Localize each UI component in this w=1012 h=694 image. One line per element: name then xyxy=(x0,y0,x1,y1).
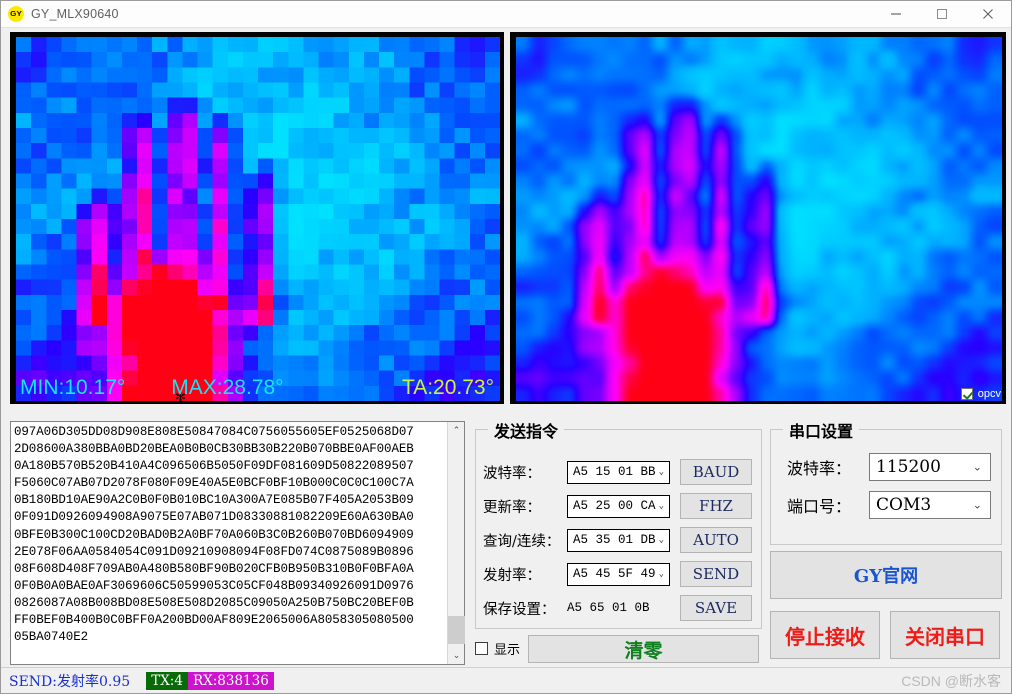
opcv-checkbox-row[interactable]: opcv xyxy=(960,388,1001,400)
save-settings-label: 保存设置： xyxy=(483,601,556,618)
stop-receive-button[interactable]: 停止接收 xyxy=(770,611,880,659)
opcv-checkbox[interactable] xyxy=(960,388,973,400)
emissivity-value: A5 45 5F 49 xyxy=(573,567,656,581)
chevron-down-icon: ⌄ xyxy=(658,535,664,545)
application-window: GY_MLX90640 ✻ MIN:10.17° MAX:28.78° TA:2… xyxy=(0,0,1012,694)
serial-port-group: 串口设置 xyxy=(770,418,1002,545)
query-mode-label: 查询/连续： xyxy=(483,533,561,550)
serial-port-title: 串口设置 xyxy=(783,418,860,442)
status-bar: SEND:发射率0.95 TX:4 RX:838136 CSDN @断水客 xyxy=(1,667,1011,693)
thermal-smooth-canvas xyxy=(516,37,1002,401)
show-label: 显示 xyxy=(494,643,521,658)
chevron-down-icon: ⌄ xyxy=(972,498,982,512)
port-number-label: 端口号： xyxy=(787,497,852,516)
update-rate-combo[interactable]: A5 25 00 CA ⌄ xyxy=(567,494,670,518)
rx-count-badge: RX:838136 xyxy=(187,671,274,690)
chevron-down-icon: ⌄ xyxy=(658,501,664,511)
window-title: GY_MLX90640 xyxy=(31,7,119,21)
port-baud-value: 115200 xyxy=(876,457,941,477)
receive-log-panel[interactable]: 097A06D305DD08D908E808E50847084C07560556… xyxy=(10,421,465,665)
window-controls xyxy=(873,1,1011,28)
scroll-up-icon[interactable]: ⌃ xyxy=(448,422,465,439)
send-status-text: SEND:发射率0.95 xyxy=(9,673,131,690)
clear-log-button[interactable]: 清零 xyxy=(528,635,759,663)
scrollbar-thumb[interactable] xyxy=(448,616,465,644)
send-row-save: 保存设置： A5 65 01 0B SAVE xyxy=(483,595,752,621)
minimize-icon[interactable] xyxy=(873,1,919,28)
show-checkbox[interactable] xyxy=(475,642,488,655)
gy-website-button[interactable]: GY官网 xyxy=(770,551,1002,599)
chevron-down-icon: ⌄ xyxy=(658,467,664,477)
baud-cmd-combo[interactable]: A5 15 01 BB ⌄ xyxy=(567,460,670,484)
port-baud-combo[interactable]: 115200 ⌄ xyxy=(869,453,991,481)
show-checkbox-row[interactable]: 显示 xyxy=(475,639,520,658)
tx-count-badge: TX:4 xyxy=(146,671,188,690)
maximize-icon[interactable] xyxy=(919,1,965,28)
send-button[interactable]: SEND xyxy=(680,561,752,587)
save-settings-value: A5 65 01 0B xyxy=(567,601,650,615)
send-row-update-rate: 更新率： A5 25 00 CA ⌄ FHZ xyxy=(483,493,752,519)
send-row-emissivity: 发射率： A5 45 5F 49 ⌄ SEND xyxy=(483,561,752,587)
chevron-down-icon: ⌄ xyxy=(972,460,982,474)
emissivity-combo[interactable]: A5 45 5F 49 ⌄ xyxy=(567,562,670,586)
close-icon[interactable] xyxy=(965,1,1011,28)
watermark-text: CSDN @断水客 xyxy=(901,673,1001,689)
save-button[interactable]: SAVE xyxy=(680,595,752,621)
title-bar: GY_MLX90640 xyxy=(1,1,1011,28)
query-mode-value: A5 35 01 DB xyxy=(573,533,656,547)
send-command-title: 发送指令 xyxy=(488,418,565,442)
send-row-baud: 波特率： A5 15 01 BB ⌄ BAUD xyxy=(483,459,752,485)
fhz-button[interactable]: FHZ xyxy=(680,493,752,519)
update-rate-label: 更新率： xyxy=(483,499,541,516)
chevron-down-icon: ⌄ xyxy=(658,569,664,579)
emissivity-label: 发射率： xyxy=(483,567,541,584)
log-scrollbar[interactable]: ⌃ ⌄ xyxy=(447,422,465,664)
query-mode-combo[interactable]: A5 35 01 DB ⌄ xyxy=(567,528,670,552)
port-number-value: COM3 xyxy=(876,495,932,515)
port-row-number: 端口号： COM3 ⌄ xyxy=(787,491,991,519)
thermal-image-interpolated[interactable]: opcv xyxy=(510,32,1006,404)
port-row-baud: 波特率： 115200 ⌄ xyxy=(787,453,991,481)
thermal-grid-canvas xyxy=(16,37,500,401)
auto-button[interactable]: AUTO xyxy=(680,527,752,553)
thermal-image-raw[interactable]: ✻ MIN:10.17° MAX:28.78° TA:20.73° xyxy=(10,32,504,404)
receive-log-text[interactable]: 097A06D305DD08D908E808E50847084C07560556… xyxy=(11,422,447,664)
scroll-down-icon[interactable]: ⌄ xyxy=(448,647,465,664)
port-number-combo[interactable]: COM3 ⌄ xyxy=(869,491,991,519)
close-port-button[interactable]: 关闭串口 xyxy=(890,611,1000,659)
control-panel: 097A06D305DD08D908E808E50847084C07560556… xyxy=(1,407,1011,667)
opcv-label: opcv xyxy=(977,388,1001,400)
send-row-query-mode: 查询/连续： A5 35 01 DB ⌄ AUTO xyxy=(483,527,752,553)
gy-logo-icon xyxy=(8,6,24,22)
baud-cmd-label: 波特率： xyxy=(483,465,541,482)
baud-send-button[interactable]: BAUD xyxy=(680,459,752,485)
update-rate-value: A5 25 00 CA xyxy=(573,499,656,513)
port-baud-label: 波特率： xyxy=(787,459,852,478)
hotspot-marker-icon: ✻ xyxy=(175,389,186,404)
baud-cmd-value: A5 15 01 BB xyxy=(573,465,656,479)
